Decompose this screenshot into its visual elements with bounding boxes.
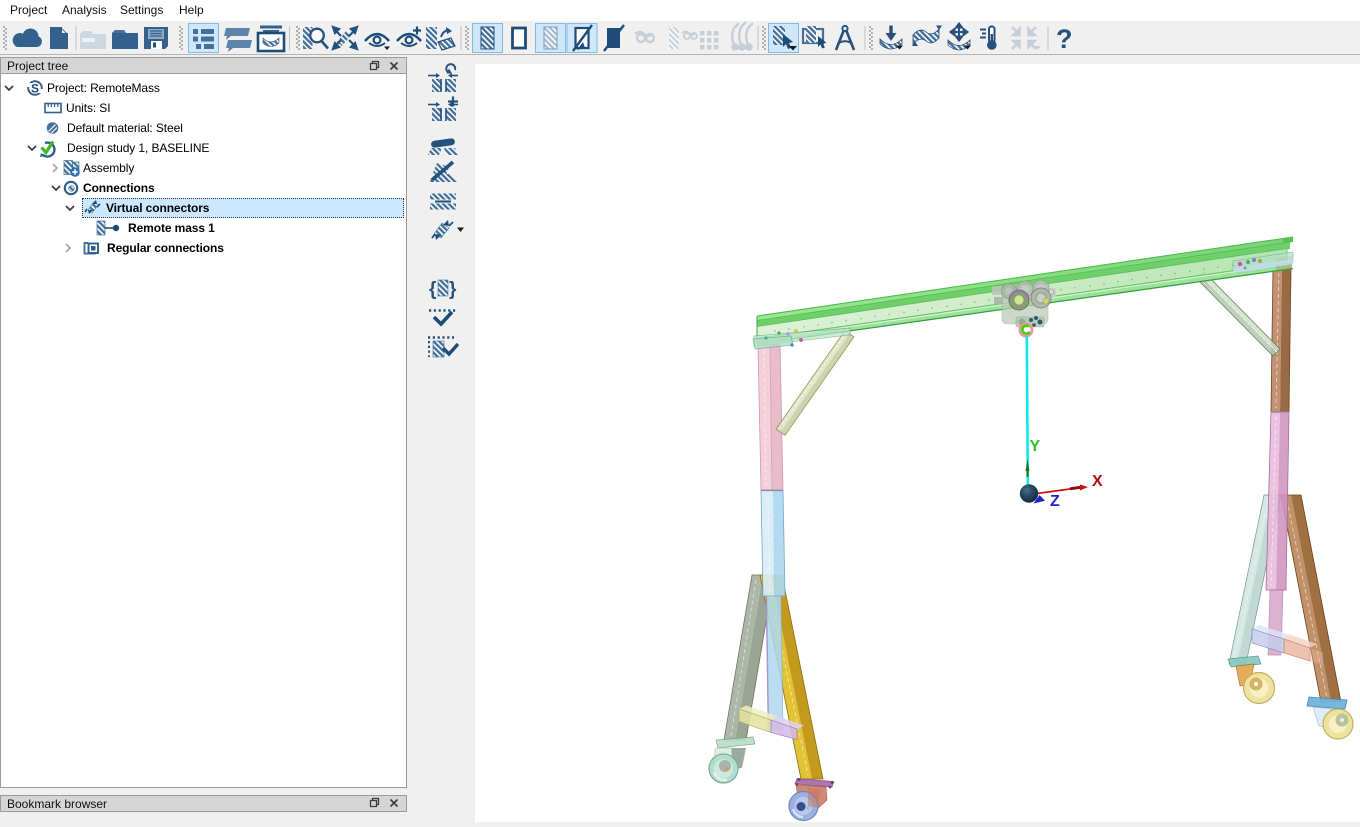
svg-text:X: X bbox=[1092, 473, 1103, 490]
svg-text:Z: Z bbox=[1050, 493, 1060, 510]
svg-text:S: S bbox=[31, 82, 39, 96]
svg-text:Y: Y bbox=[1030, 438, 1041, 455]
svg-text:}: } bbox=[449, 279, 457, 300]
svg-text:?: ? bbox=[1056, 24, 1073, 54]
svg-text:{: { bbox=[429, 279, 436, 300]
